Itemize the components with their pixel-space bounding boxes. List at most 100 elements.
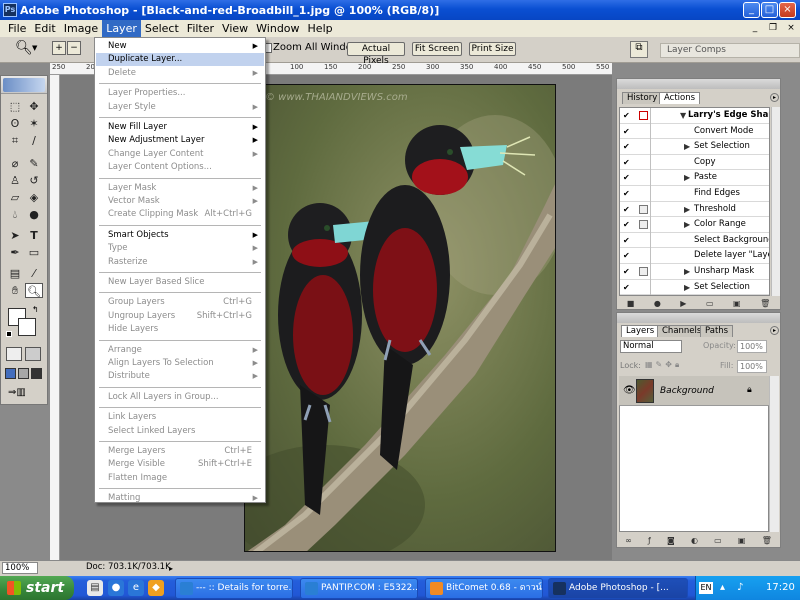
menu-view[interactable]: View xyxy=(218,20,252,37)
zoom-out-icon[interactable]: − xyxy=(67,41,81,55)
clone-stamp-tool-icon[interactable]: ♙ xyxy=(6,173,24,188)
action-row[interactable]: ✔ ▶ Paste xyxy=(620,170,769,187)
doc-close-button[interactable]: × xyxy=(784,22,798,35)
actions-scrollbar[interactable] xyxy=(771,107,780,296)
menu-item-distribute[interactable]: Distribute ▶ xyxy=(96,370,264,383)
menu-item-type[interactable]: Type ▶ xyxy=(96,242,264,255)
photoshop-feather-logo[interactable] xyxy=(3,78,45,92)
blur-tool-icon[interactable]: 💧︎ xyxy=(6,207,24,222)
zoom-tool-palette-icon[interactable]: 🔍︎ xyxy=(25,283,43,298)
tab-actions[interactable]: Actions xyxy=(659,92,701,104)
record-icon[interactable]: ● xyxy=(654,299,661,308)
new-layer-icon[interactable]: ▣ xyxy=(738,536,746,545)
action-toggle-check-icon[interactable]: ✔ xyxy=(623,251,631,260)
notes-tool-icon[interactable]: ▤ xyxy=(6,266,24,281)
taskbar-button[interactable]: --- :: Details for torre... xyxy=(175,578,293,599)
action-toggle-check-icon[interactable]: ✔ xyxy=(623,205,631,214)
menu-item-layer-mask[interactable]: Layer Mask ▶ xyxy=(96,182,264,195)
doc-minimize-button[interactable]: _ xyxy=(748,22,762,35)
layers-scrollbar[interactable] xyxy=(769,376,779,532)
tab-history[interactable]: History xyxy=(622,92,663,104)
actions-panel-header[interactable] xyxy=(617,79,780,89)
menu-item-create-clipping-mask[interactable]: Create Clipping Mask Alt+Ctrl+G xyxy=(96,208,264,221)
firefox-icon[interactable]: ● xyxy=(108,580,124,596)
menu-file[interactable]: File xyxy=(4,20,30,37)
action-toggle-check-icon[interactable]: ✔ xyxy=(623,158,631,167)
menu-item-link-layers[interactable]: Link Layers xyxy=(96,411,264,424)
menu-item-ungroup-layers[interactable]: Ungroup Layers Shift+Ctrl+G xyxy=(96,310,264,323)
blend-mode-select[interactable]: Normal xyxy=(620,340,682,353)
actions-panel-menu-icon[interactable]: ▸ xyxy=(770,93,779,102)
delete-icon[interactable]: 🗑︎ xyxy=(760,299,770,308)
marquee-tool-icon[interactable]: ⬚ xyxy=(6,99,24,114)
opacity-input[interactable]: 100% xyxy=(737,340,767,353)
menu-item-new-adjustment-layer[interactable]: New Adjustment Layer ▶ xyxy=(96,134,264,147)
menu-item-group-layers[interactable]: Group Layers Ctrl+G xyxy=(96,296,264,309)
play-icon[interactable]: ▶ xyxy=(680,299,686,308)
action-toggle-check-icon[interactable]: ✔ xyxy=(623,127,631,136)
dialog-toggle-icon[interactable] xyxy=(639,204,648,214)
action-toggle-check-icon[interactable]: ✔ xyxy=(623,173,631,182)
document-size-info[interactable]: Doc: 703.1K/703.1K xyxy=(86,562,171,572)
expand-triangle-icon[interactable]: ▶ xyxy=(684,217,690,232)
action-toggle-check-icon[interactable]: ✔ xyxy=(623,142,631,151)
expand-triangle-icon[interactable]: ▶ xyxy=(684,280,690,295)
action-toggle-check-icon[interactable]: ✔ xyxy=(623,283,631,292)
menu-item-new[interactable]: New ▶ xyxy=(96,40,264,53)
internet-explorer-icon[interactable]: e xyxy=(128,580,144,596)
brush-tool-icon[interactable]: ✎ xyxy=(25,156,43,171)
quick-mask-mode-icon[interactable] xyxy=(25,347,41,361)
action-toggle-check-icon[interactable]: ✔ xyxy=(623,111,631,120)
expand-triangle-icon[interactable]: ▶ xyxy=(684,139,690,154)
pen-tool-icon[interactable]: ✒ xyxy=(6,245,24,260)
standard-screen-mode-icon[interactable] xyxy=(5,368,16,379)
lock-icons[interactable]: ▦✎✥🔒︎ xyxy=(645,360,682,370)
swap-colors-icon[interactable]: ↰ xyxy=(32,305,39,314)
language-indicator[interactable]: EN xyxy=(699,582,713,594)
taskbar-button[interactable]: Adobe Photoshop - [... xyxy=(548,578,688,599)
new-group-icon[interactable]: ▭ xyxy=(714,536,722,545)
dialog-toggle-icon[interactable] xyxy=(639,111,648,120)
action-toggle-check-icon[interactable]: ✔ xyxy=(623,220,631,229)
visibility-eye-icon[interactable]: 👁︎ xyxy=(623,385,636,396)
standard-mode-icon[interactable] xyxy=(6,347,22,361)
zoom-in-icon[interactable]: + xyxy=(52,41,66,55)
menu-item-merge-visible[interactable]: Merge Visible Shift+Ctrl+E xyxy=(96,458,264,471)
doc-restore-button[interactable]: ❐ xyxy=(766,22,780,35)
menu-item-layer-properties[interactable]: Layer Properties... xyxy=(96,87,264,100)
action-row[interactable]: ✔ Copy xyxy=(620,154,769,171)
layer-thumbnail[interactable] xyxy=(636,379,654,403)
tray-icon[interactable]: ▴ xyxy=(720,582,725,593)
menu-filter[interactable]: Filter xyxy=(183,20,218,37)
actual-pixels-button[interactable]: Actual Pixels xyxy=(347,42,405,66)
dodge-tool-icon[interactable]: ● xyxy=(25,207,43,222)
action-row[interactable]: ✔ ▶ Unsharp Mask xyxy=(620,264,769,280)
zoom-tool-icon[interactable]: 🔍︎ xyxy=(15,40,33,56)
menu-image[interactable]: Image xyxy=(60,20,102,37)
tab-layers[interactable]: Layers xyxy=(621,325,660,337)
menu-item-arrange[interactable]: Arrange ▶ xyxy=(96,344,264,357)
action-row[interactable]: ✔ Find Edges xyxy=(620,186,769,202)
dialog-toggle-icon[interactable] xyxy=(639,267,648,276)
fit-screen-button[interactable]: Fit Screen xyxy=(412,42,462,56)
default-colors-icon[interactable] xyxy=(6,331,12,337)
menu-item-select-linked-layers[interactable]: Select Linked Layers xyxy=(96,425,264,438)
expand-triangle-icon[interactable]: ▶ xyxy=(684,202,690,217)
expand-triangle-icon[interactable]: ▼ xyxy=(680,108,686,123)
move-tool-icon[interactable]: ✥ xyxy=(25,99,43,114)
type-tool-icon[interactable]: T xyxy=(25,228,43,243)
action-row[interactable]: ✔ Convert Mode xyxy=(620,123,769,140)
minimize-button[interactable]: _ xyxy=(743,2,760,18)
action-row[interactable]: ✔ ▶ Set Selection xyxy=(620,279,769,295)
layers-panel-header[interactable] xyxy=(617,313,780,323)
menu-window[interactable]: Window xyxy=(252,20,303,37)
menu-item-layer-content-options[interactable]: Layer Content Options... xyxy=(96,161,264,174)
volume-icon[interactable]: ♪ xyxy=(737,582,743,593)
menu-item-layer-style[interactable]: Layer Style ▶ xyxy=(96,101,264,114)
expand-triangle-icon[interactable]: ▶ xyxy=(684,170,690,185)
action-toggle-check-icon[interactable]: ✔ xyxy=(623,189,631,198)
menu-item-matting[interactable]: Matting ▶ xyxy=(96,492,264,505)
close-button[interactable]: × xyxy=(779,2,796,18)
status-menu-arrow-icon[interactable]: ▸ xyxy=(169,564,173,573)
menu-item-flatten-image[interactable]: Flatten Image xyxy=(96,472,264,485)
